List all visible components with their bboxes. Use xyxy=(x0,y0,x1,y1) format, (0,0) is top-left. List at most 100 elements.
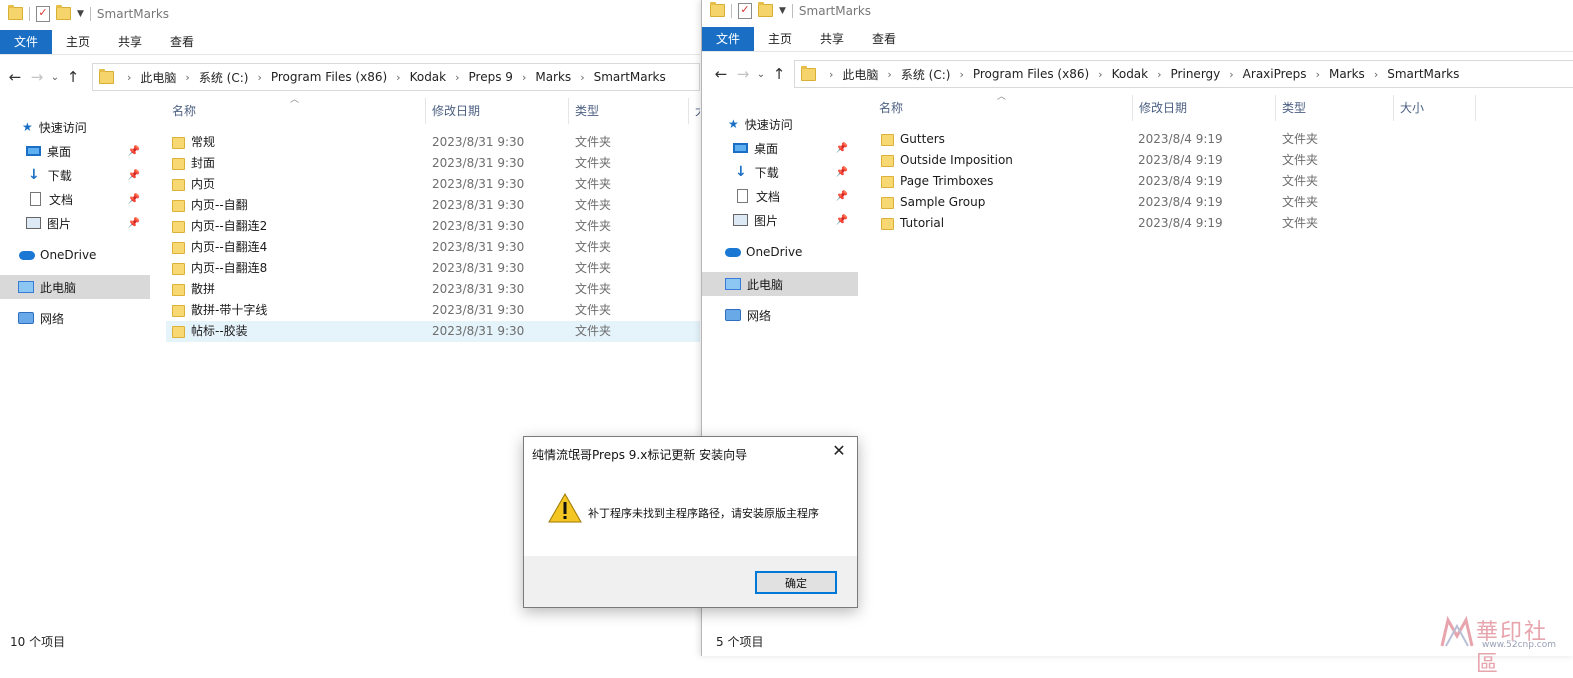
chevron-right-icon[interactable]: › xyxy=(1093,68,1107,81)
chevron-right-icon[interactable]: › xyxy=(1369,68,1383,81)
nav-documents[interactable]: 文档 📌 xyxy=(702,184,858,208)
breadcrumb-marks[interactable]: Marks xyxy=(1325,67,1369,81)
new-folder-icon[interactable] xyxy=(758,2,773,17)
tab-home[interactable]: 主页 xyxy=(754,27,806,51)
file-row[interactable]: Outside Imposition 2023/8/4 9:19 文件夹 xyxy=(873,150,1553,171)
nav-quick-access[interactable]: ★ 快速访问 xyxy=(702,112,858,136)
nav-downloads[interactable]: ↓ 下载 📌 xyxy=(702,160,858,184)
tab-file[interactable]: 文件 xyxy=(702,27,755,51)
file-row[interactable]: Page Trimboxes 2023/8/4 9:19 文件夹 xyxy=(873,171,1553,192)
breadcrumb-prinergy[interactable]: Prinergy xyxy=(1167,67,1225,81)
up-arrow-icon[interactable]: ↑ xyxy=(62,68,84,86)
chevron-right-icon[interactable]: › xyxy=(882,68,896,81)
chevron-right-icon[interactable]: › xyxy=(824,68,838,81)
chevron-right-icon[interactable]: › xyxy=(1152,68,1166,81)
tab-share[interactable]: 共享 xyxy=(806,27,858,51)
close-icon[interactable]: ✕ xyxy=(829,441,849,460)
file-row[interactable]: 内页--自翻连2 2023/8/31 9:30 文件夹 xyxy=(166,216,700,237)
chevron-right-icon[interactable]: › xyxy=(450,71,464,84)
ok-button[interactable]: 确定 xyxy=(755,571,837,594)
address-bar[interactable]: › 此电脑 › 系统 (C:) › Program Files (x86) › … xyxy=(92,63,700,91)
pin-icon[interactable]: 📌 xyxy=(836,215,848,226)
pin-icon[interactable]: 📌 xyxy=(128,194,140,205)
breadcrumb-program-files[interactable]: Program Files (x86) xyxy=(267,70,391,84)
customize-toolbar-icon[interactable]: ▼ xyxy=(77,9,84,19)
pin-icon[interactable]: 📌 xyxy=(836,191,848,202)
back-arrow-icon[interactable]: ← xyxy=(4,68,26,86)
column-header-name[interactable]: 名称 xyxy=(166,98,426,124)
chevron-right-icon[interactable]: › xyxy=(252,71,266,84)
forward-arrow-icon[interactable]: → xyxy=(26,68,48,86)
breadcrumb-system-c[interactable]: 系统 (C:) xyxy=(195,69,253,86)
nav-pictures[interactable]: 图片 📌 xyxy=(0,211,150,235)
pin-icon[interactable]: 📌 xyxy=(128,146,140,157)
nav-this-pc[interactable]: 此电脑 xyxy=(702,272,858,296)
file-row-selected[interactable]: 帖标--胶装 2023/8/31 9:30 文件夹 xyxy=(166,321,700,342)
breadcrumb-kodak[interactable]: Kodak xyxy=(1108,67,1153,81)
breadcrumb-marks[interactable]: Marks xyxy=(531,70,575,84)
file-row[interactable]: 内页--自翻连8 2023/8/31 9:30 文件夹 xyxy=(166,258,700,279)
pin-icon[interactable]: 📌 xyxy=(836,167,848,178)
column-header-type[interactable]: 类型 xyxy=(1276,95,1394,121)
nav-network[interactable]: 网络 xyxy=(0,306,150,330)
chevron-right-icon[interactable]: › xyxy=(1311,68,1325,81)
nav-onedrive[interactable]: OneDrive xyxy=(702,240,858,264)
pin-icon[interactable]: 📌 xyxy=(128,218,140,229)
nav-network[interactable]: 网络 xyxy=(702,303,858,327)
file-row[interactable]: Gutters 2023/8/4 9:19 文件夹 xyxy=(873,129,1553,150)
back-arrow-icon[interactable]: ← xyxy=(710,65,732,83)
column-header-date[interactable]: 修改日期 xyxy=(426,98,569,124)
nav-desktop[interactable]: 桌面 📌 xyxy=(702,136,858,160)
file-row[interactable]: 内页--自翻连4 2023/8/31 9:30 文件夹 xyxy=(166,237,700,258)
nav-desktop[interactable]: 桌面 📌 xyxy=(0,139,150,163)
file-row[interactable]: 封面 2023/8/31 9:30 文件夹 xyxy=(166,153,700,174)
breadcrumb-smartmarks[interactable]: SmartMarks xyxy=(1383,67,1463,81)
breadcrumb-kodak[interactable]: Kodak xyxy=(406,70,451,84)
chevron-right-icon[interactable]: › xyxy=(1224,68,1238,81)
breadcrumb-system-c[interactable]: 系统 (C:) xyxy=(897,66,955,83)
nav-quick-access[interactable]: ★ 快速访问 xyxy=(0,115,150,139)
chevron-right-icon[interactable]: › xyxy=(575,71,589,84)
tab-file[interactable]: 文件 xyxy=(0,30,53,54)
chevron-right-icon[interactable]: › xyxy=(954,68,968,81)
column-header-size[interactable]: 大 xyxy=(689,98,700,124)
file-row[interactable]: 散拼 2023/8/31 9:30 文件夹 xyxy=(166,279,700,300)
up-arrow-icon[interactable]: ↑ xyxy=(768,65,790,83)
file-row[interactable]: Tutorial 2023/8/4 9:19 文件夹 xyxy=(873,213,1553,234)
file-row[interactable]: 散拼-带十字线 2023/8/31 9:30 文件夹 xyxy=(166,300,700,321)
breadcrumb-this-pc[interactable]: 此电脑 xyxy=(136,69,180,86)
breadcrumb-araxipreps[interactable]: AraxiPreps xyxy=(1239,67,1311,81)
customize-toolbar-icon[interactable]: ▼ xyxy=(779,6,786,16)
breadcrumb-smartmarks[interactable]: SmartMarks xyxy=(590,70,670,84)
chevron-right-icon[interactable]: › xyxy=(122,71,136,84)
new-folder-icon[interactable] xyxy=(56,5,71,20)
properties-icon[interactable]: ✓ xyxy=(36,5,50,22)
chevron-right-icon[interactable]: › xyxy=(391,71,405,84)
column-header-date[interactable]: 修改日期 xyxy=(1133,95,1276,121)
nav-downloads[interactable]: ↓ 下载 📌 xyxy=(0,163,150,187)
address-bar[interactable]: › 此电脑 › 系统 (C:) › Program Files (x86) › … xyxy=(794,60,1573,88)
nav-documents[interactable]: 文档 📌 xyxy=(0,187,150,211)
tab-home[interactable]: 主页 xyxy=(52,30,104,54)
pin-icon[interactable]: 📌 xyxy=(836,143,848,154)
tab-share[interactable]: 共享 xyxy=(104,30,156,54)
column-header-size[interactable]: 大小 xyxy=(1394,95,1476,121)
nav-onedrive[interactable]: OneDrive xyxy=(0,243,150,267)
pin-icon[interactable]: 📌 xyxy=(128,170,140,181)
tab-view[interactable]: 查看 xyxy=(858,27,910,51)
breadcrumb-this-pc[interactable]: 此电脑 xyxy=(838,66,882,83)
file-row[interactable]: 内页--自翻 2023/8/31 9:30 文件夹 xyxy=(166,195,700,216)
file-row[interactable]: Sample Group 2023/8/4 9:19 文件夹 xyxy=(873,192,1553,213)
breadcrumb-preps9[interactable]: Preps 9 xyxy=(465,70,517,84)
tab-view[interactable]: 查看 xyxy=(156,30,208,54)
chevron-right-icon[interactable]: › xyxy=(180,71,194,84)
column-header-type[interactable]: 类型 xyxy=(569,98,689,124)
forward-arrow-icon[interactable]: → xyxy=(732,65,754,83)
file-row[interactable]: 常规 2023/8/31 9:30 文件夹 xyxy=(166,132,700,153)
file-row[interactable]: 内页 2023/8/31 9:30 文件夹 xyxy=(166,174,700,195)
recent-locations-chevron-down-icon[interactable]: ⌄ xyxy=(48,72,62,83)
recent-locations-chevron-down-icon[interactable]: ⌄ xyxy=(754,69,768,80)
chevron-right-icon[interactable]: › xyxy=(517,71,531,84)
nav-this-pc[interactable]: 此电脑 xyxy=(0,275,150,299)
properties-icon[interactable]: ✓ xyxy=(738,2,752,19)
